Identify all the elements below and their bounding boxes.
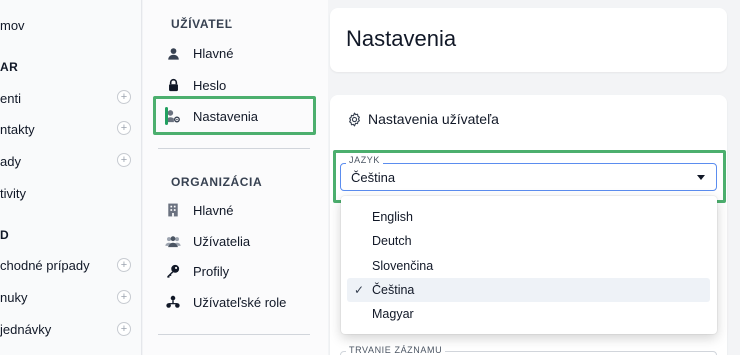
add-order-button[interactable]: +	[117, 322, 131, 336]
sidebar-item-label: tivity	[0, 185, 26, 201]
sidebar-item-label: chodné prípady	[0, 257, 90, 273]
nav-item-label: Užívateľské role	[193, 294, 287, 310]
nav-item-users[interactable]: Užívatelia	[165, 228, 250, 254]
sidebar-item-business-cases[interactable]: chodné prípady	[0, 255, 90, 275]
sidebar-item-contacts[interactable]: ntakty	[0, 119, 35, 139]
sidebar-item-home[interactable]: mov	[0, 15, 25, 35]
nav-item-label: Hlavné	[193, 202, 234, 218]
sidebar-item-offers[interactable]: nuky	[0, 287, 27, 307]
nav-divider	[158, 148, 310, 149]
add-business-case-button[interactable]: +	[117, 258, 131, 272]
chevron-down-icon[interactable]	[697, 175, 705, 180]
main-sidebar: mov AR enti + ntakty + ady + tivity D ch…	[0, 0, 142, 355]
option-label: Čeština	[372, 283, 415, 297]
sidebar-item-cases[interactable]: ady	[0, 151, 21, 171]
sidebar-item-label: ady	[0, 153, 21, 169]
language-select-label: JAZYK	[346, 155, 384, 165]
add-contact-button[interactable]: +	[117, 121, 131, 135]
sidebar-section-title: AR	[0, 60, 19, 74]
settings-nav: UŽÍVATEĽ Hlavné Heslo Nastavenia ORGANIZ…	[143, 0, 328, 355]
add-case-button[interactable]: +	[117, 153, 131, 167]
option-label: Slovenčina	[372, 259, 434, 273]
active-item-highlight	[153, 96, 316, 135]
nav-item-password[interactable]: Heslo	[165, 72, 226, 98]
language-option-deutch[interactable]: Deutch	[341, 229, 717, 253]
users-icon	[165, 233, 181, 249]
section-title-user: UŽÍVATEĽ	[171, 17, 233, 31]
sidebar-item-label: ntakty	[0, 121, 35, 137]
card-heading: Nastavenia užívateľa	[347, 111, 499, 127]
building-icon	[165, 202, 181, 218]
language-option-slovencina[interactable]: Slovenčina	[341, 254, 717, 278]
roles-icon	[165, 294, 181, 310]
nav-item-profiles[interactable]: Profily	[165, 258, 229, 284]
option-label: Magyar	[372, 307, 414, 321]
nav-item-label: Profily	[193, 263, 230, 279]
nav-item-label: Heslo	[193, 77, 227, 93]
record-duration-label: TRVANIE ZÁZNAMU	[346, 345, 446, 355]
language-select-value: Čeština	[351, 170, 396, 185]
page-title: Nastavenia	[346, 26, 457, 51]
option-label: English	[372, 210, 413, 224]
add-offer-button[interactable]: +	[117, 290, 131, 304]
nav-divider	[158, 334, 310, 335]
sidebar-item-orders[interactable]: jednávky	[0, 319, 51, 339]
language-dropdown: English Deutch Slovenčina ✓ Čeština Magy…	[341, 196, 717, 334]
language-option-cestina[interactable]: ✓ Čeština	[347, 278, 710, 302]
active-item-indicator	[165, 107, 168, 125]
user-icon	[165, 45, 181, 61]
sidebar-item-label: jednávky	[0, 321, 52, 337]
sidebar-item-label: mov	[0, 17, 25, 33]
nav-item-user-roles[interactable]: Užívateľské role	[165, 289, 286, 315]
lock-icon	[165, 77, 181, 93]
card-heading-label: Nastavenia užívateľa	[368, 111, 499, 127]
check-icon: ✓	[354, 283, 365, 297]
sidebar-item-clients[interactable]: enti	[0, 88, 21, 108]
nav-item-label: Hlavné	[193, 45, 234, 61]
section-title-organization: ORGANIZÁCIA	[171, 175, 263, 189]
key-icon	[165, 263, 181, 279]
sidebar-section-title: D	[0, 228, 10, 242]
language-option-magyar[interactable]: Magyar	[341, 302, 717, 326]
language-option-english[interactable]: English	[341, 205, 717, 229]
sidebar-item-activities[interactable]: tivity	[0, 183, 26, 203]
option-label: Deutch	[372, 234, 412, 248]
language-select[interactable]	[340, 163, 717, 191]
nav-item-org-main[interactable]: Hlavné	[165, 197, 233, 223]
add-client-button[interactable]: +	[117, 90, 131, 104]
nav-item-user-main[interactable]: Hlavné	[165, 40, 233, 66]
sidebar-item-label: nuky	[0, 289, 28, 305]
sidebar-item-label: enti	[0, 90, 21, 106]
gear-icon	[347, 112, 362, 127]
nav-item-label: Užívatelia	[193, 233, 251, 249]
